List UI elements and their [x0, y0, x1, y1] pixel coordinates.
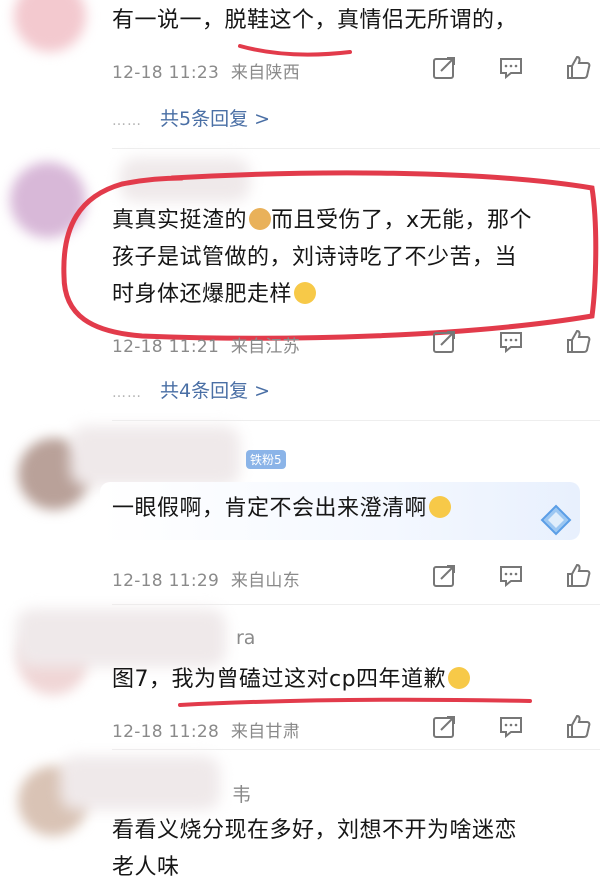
divider	[112, 148, 600, 149]
comment-icon[interactable]	[497, 54, 525, 82]
like-icon[interactable]	[564, 713, 592, 741]
comment-icon[interactable]	[497, 562, 525, 590]
comment-line: 有一说一，脱鞋这个，真情侣无所谓的，	[112, 8, 518, 33]
comment-3: 铁粉5 一眼假啊，肯定不会出来澄清啊 12-18 11:29 来自山东	[0, 420, 600, 605]
diamond-badge-icon	[540, 504, 572, 536]
comment-line: 一眼假啊，肯定不会出来澄清啊	[112, 496, 428, 521]
comment-actions	[380, 54, 600, 84]
comment-5: 韦 看看义烧分现在多好，刘想不开为啥迷恋 老人味	[0, 750, 600, 880]
reply-count: 共5条回复 >	[160, 108, 271, 130]
annotation-underline	[178, 697, 532, 707]
comment-location: 来自山东	[230, 571, 301, 591]
reply-count: 共4条回复 >	[160, 380, 271, 402]
like-icon[interactable]	[564, 328, 592, 356]
share-icon[interactable]	[430, 328, 458, 356]
comment-meta: 12-18 11:21 来自江苏	[112, 332, 300, 357]
username-fragment: ra	[236, 627, 256, 649]
reply-dots: ……	[112, 113, 142, 129]
comment-location: 来自陕西	[230, 63, 301, 83]
reply-dots: ……	[112, 385, 142, 401]
share-icon[interactable]	[430, 562, 458, 590]
comment-text: 看看义烧分现在多好，刘想不开为啥迷恋 老人味	[112, 812, 517, 886]
username-blurred	[16, 609, 226, 667]
comment-meta: 12-18 11:28 来自甘肃	[112, 717, 300, 742]
comment-actions	[380, 328, 600, 358]
comment-meta: 12-18 11:23 来自陕西	[112, 58, 300, 83]
comment-line: 看看义烧分现在多好，刘想不开为啥迷恋	[112, 818, 518, 843]
comment-line: 图7，我为曾磕过这对cp四年道歉	[112, 667, 447, 692]
view-replies-link[interactable]: …… 共5条回复 >	[112, 104, 270, 131]
comment-4: ra 图7，我为曾磕过这对cp四年道歉 12-18 11:28 来自甘肃	[0, 605, 600, 750]
like-icon[interactable]	[564, 54, 592, 82]
comment-time: 12-18 11:23	[112, 63, 220, 83]
comment-meta: 12-18 11:29 来自山东	[112, 566, 300, 591]
username-blurred	[70, 426, 240, 486]
fan-level-badge: 铁粉5	[246, 450, 286, 469]
avatar[interactable]	[14, 0, 86, 52]
comment-time: 12-18 11:28	[112, 722, 220, 742]
laugh-cry-emoji-icon	[429, 496, 452, 518]
comment-text: 有一说一，脱鞋这个，真情侣无所谓的，	[112, 2, 517, 39]
username-blurred	[60, 756, 220, 810]
annotation-underline	[238, 44, 352, 57]
comment-time: 12-18 11:21	[112, 337, 220, 357]
comment-actions	[380, 562, 600, 592]
username-fragment: 韦	[232, 784, 252, 806]
annotation-circle	[61, 170, 599, 341]
comment-text: 一眼假啊，肯定不会出来澄清啊	[112, 490, 452, 527]
share-icon[interactable]	[430, 54, 458, 82]
comment-location: 来自江苏	[230, 337, 301, 357]
view-replies-link[interactable]: …… 共4条回复 >	[112, 376, 270, 403]
share-icon[interactable]	[430, 713, 458, 741]
like-icon[interactable]	[564, 562, 592, 590]
comment-time: 12-18 11:29	[112, 571, 220, 591]
comment-icon[interactable]	[497, 328, 525, 356]
comment-icon[interactable]	[497, 713, 525, 741]
comment-actions	[380, 713, 600, 743]
crying-emoji-icon	[448, 667, 471, 689]
comment-2: 真真实挺渣的 而且受伤了，x无能，那个 孩子是试管做的，刘诗诗吃了不少苦，当 时身…	[0, 150, 600, 421]
comment-1: 有一说一，脱鞋这个，真情侣无所谓的， 12-18 11:23 来自陕西 …… 共5…	[0, 0, 600, 150]
comment-text: 图7，我为曾磕过这对cp四年道歉	[112, 661, 471, 698]
comment-line: 老人味	[112, 855, 180, 880]
comment-location: 来自甘肃	[230, 722, 301, 742]
